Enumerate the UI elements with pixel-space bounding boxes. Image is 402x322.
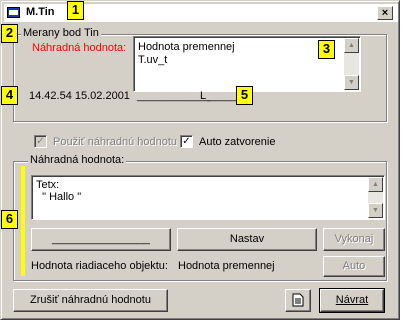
window-icon [7,7,20,18]
callout-2: 2 [1,24,18,43]
control-object-label: Hodnota riadiaceho objektu: [31,260,168,272]
callout-1: 1 [67,1,84,20]
notes-button[interactable] [285,289,311,312]
scroll-up-icon[interactable]: ▲ [344,38,359,53]
close-icon: × [381,7,389,19]
text-line-1: Tetx: [36,179,60,191]
substitute-scrollbar[interactable]: ▲ ▼ [368,177,383,218]
control-object-value: Hodnota premennej [178,260,275,272]
value-button[interactable]: ________________ [31,228,171,251]
timestamp: 14.42.54 15.02.2001 [29,90,130,102]
dialog-window: M.Tin × Merany bod Tin Náhradná hodnota:… [0,0,400,320]
auto-close-checkbox[interactable]: ✓ [180,135,193,148]
title-bar[interactable]: M.Tin × [4,4,398,22]
callout-5: 5 [236,86,253,105]
auto-close-label: Auto zatvorenie [199,136,276,148]
flag-blank: _____ [207,90,238,102]
substitute-group-label: Náhradná hodnota: [28,154,127,166]
variable-line-2: T.uv_t [138,54,168,66]
variable-line-1: Hodnota premennej [138,41,235,53]
use-substitute-label: Použiť náhradnú hodnotu [53,136,178,148]
use-substitute-checkbox[interactable]: ✓ [34,135,47,148]
back-button[interactable]: Návrat [319,288,385,313]
callout-6: 6 [1,210,18,229]
cancel-substitute-button[interactable]: Zrušiť náhradnú hodnotu [13,289,168,312]
auto-button[interactable]: Auto [323,256,385,277]
text-line-2: " Hallo " [36,191,82,203]
variable-scrollbar[interactable]: ▲ ▼ [344,38,359,90]
set-button[interactable]: Nastav [177,228,317,251]
scroll-down-icon[interactable]: ▼ [344,75,359,90]
marker-bar [21,166,25,276]
callout-4: 4 [1,86,18,105]
scroll-up-icon[interactable]: ▲ [368,177,383,192]
status-flag: L [200,90,207,102]
execute-button[interactable]: Vykonaj [323,228,385,251]
window-title: M.Tin [26,6,55,18]
measurement-group-label: Merany bod Tin [21,27,101,39]
back-button-label: Návrat [335,294,369,306]
close-button[interactable]: × [377,6,393,20]
substitute-textbox[interactable]: Tetx: " Hallo " ▲ ▼ [31,175,385,220]
callout-3: 3 [318,40,335,59]
document-icon [292,293,304,307]
scroll-down-icon[interactable]: ▼ [368,203,383,218]
substitute-value-label: Náhradná hodnota: [32,42,127,54]
